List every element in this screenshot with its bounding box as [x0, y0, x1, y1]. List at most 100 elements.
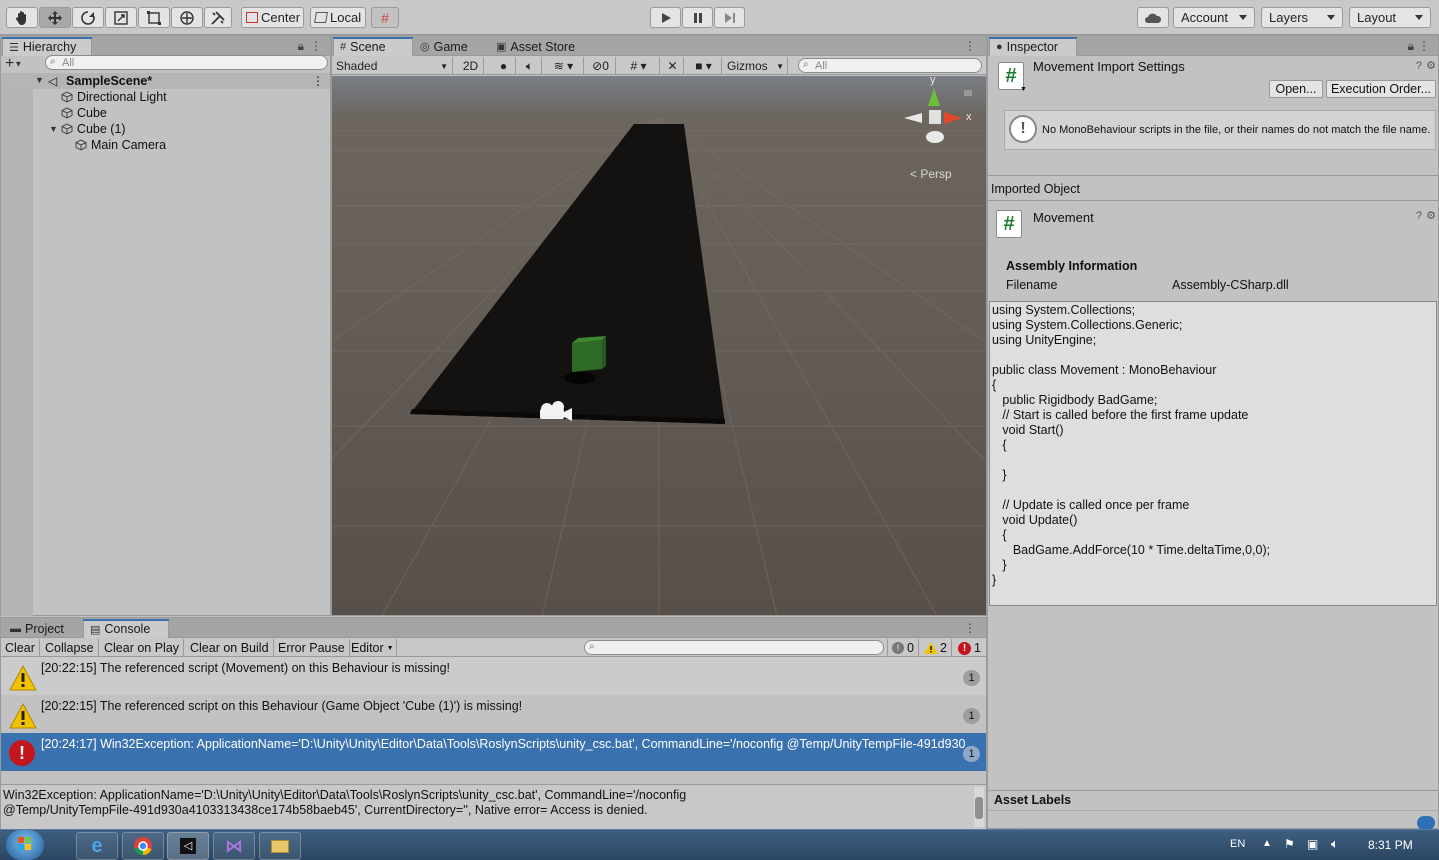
- shading-mode-dropdown[interactable]: Shaded ▼: [332, 57, 453, 75]
- audio-toggle[interactable]: 🔈︎: [518, 57, 542, 75]
- account-dropdown[interactable]: Account: [1173, 7, 1255, 28]
- console-detail-pane[interactable]: Win32Exception: ApplicationName='D:\Unit…: [1, 785, 986, 829]
- warning-icon: [9, 703, 37, 729]
- collab-button[interactable]: [1137, 7, 1169, 28]
- expand-arrow-icon[interactable]: ▼: [35, 75, 44, 85]
- tools-toggle[interactable]: ✕: [662, 57, 684, 75]
- console-entry-selected[interactable]: ! [20:24:17] Win32Exception: Application…: [1, 733, 986, 771]
- inspector-tabbar: ● Inspector 🔒︎ ⋮: [988, 36, 1438, 56]
- main-toolbar: Center Local # Account Layers Layout: [0, 0, 1439, 35]
- grid-dropdown[interactable]: # ▾: [618, 57, 660, 75]
- scene-menu-icon[interactable]: ⋮: [312, 74, 324, 88]
- help-icon[interactable]: ?: [1416, 210, 1422, 222]
- hierarchy-search-input[interactable]: ⌕ All: [45, 55, 328, 70]
- error-filter-toggle[interactable]: ! 1: [954, 639, 985, 657]
- tab-hierarchy[interactable]: ☰ Hierarchy: [2, 37, 92, 56]
- scene-viewport[interactable]: y x < Persp: [332, 76, 986, 615]
- taskbar-unity[interactable]: ◁: [167, 832, 209, 860]
- taskbar-ie[interactable]: e: [76, 832, 118, 860]
- clear-button[interactable]: Clear: [1, 639, 40, 657]
- gizmos-label: Gizmos: [727, 59, 768, 73]
- lock-icon[interactable]: 🔒︎: [1408, 39, 1414, 54]
- start-button[interactable]: [6, 830, 44, 860]
- pivot-local-button[interactable]: Local: [310, 7, 366, 28]
- play-button[interactable]: [650, 7, 681, 28]
- help-icon[interactable]: ?: [1416, 60, 1422, 72]
- tab-project[interactable]: ▬ Project: [4, 619, 70, 638]
- editor-dropdown[interactable]: Editor ▼: [347, 639, 397, 657]
- detail-scrollbar[interactable]: [974, 787, 984, 827]
- warning-filter-toggle[interactable]: 2: [920, 639, 952, 657]
- layout-dropdown[interactable]: Layout: [1349, 7, 1431, 28]
- gizmos-dropdown[interactable]: Gizmos ▼: [724, 57, 788, 75]
- projection-toggle[interactable]: < Persp: [910, 167, 952, 181]
- toggle-2d-button[interactable]: 2D: [458, 57, 484, 75]
- hierarchy-item-main-camera[interactable]: Main Camera: [75, 137, 330, 153]
- tray-expand-icon[interactable]: ▲: [1262, 838, 1272, 849]
- network-icon[interactable]: ▣: [1307, 837, 1318, 851]
- console-search-input[interactable]: ⌕: [584, 640, 884, 655]
- hierarchy-item-cube-1[interactable]: ▼ Cube (1): [49, 121, 330, 137]
- taskbar-explorer[interactable]: [259, 832, 301, 860]
- expand-arrow-icon[interactable]: ▼: [49, 124, 58, 134]
- tab-inspector[interactable]: ● Inspector: [989, 37, 1077, 56]
- cube-object[interactable]: [572, 340, 602, 372]
- hidden-objects-toggle[interactable]: ⊘ 0: [586, 57, 616, 75]
- create-button[interactable]: +▼: [5, 55, 22, 73]
- eye-slash-icon: ⊘: [592, 59, 603, 73]
- console-message: [20:24:17] Win32Exception: ApplicationNa…: [41, 737, 966, 751]
- step-button[interactable]: [714, 7, 745, 28]
- move-tool-button[interactable]: [39, 7, 71, 28]
- taskbar-chrome[interactable]: [122, 832, 164, 860]
- panel-menu-icon[interactable]: ⋮: [1418, 39, 1430, 53]
- tab-scene[interactable]: # Scene: [333, 37, 413, 56]
- clear-on-play-button[interactable]: Clear on Play: [100, 639, 185, 657]
- hierarchy-item-cube[interactable]: Cube: [61, 105, 330, 121]
- clear-on-build-button[interactable]: Clear on Build: [186, 639, 274, 657]
- hand-tool-button[interactable]: [6, 7, 38, 28]
- volume-icon[interactable]: 🔈︎: [1331, 836, 1339, 852]
- lighting-toggle[interactable]: ●: [492, 57, 516, 75]
- scale-tool-button[interactable]: [105, 7, 137, 28]
- chevron-down-icon[interactable]: ▼: [1020, 86, 1027, 93]
- tab-asset-store[interactable]: ▣ Asset Store: [490, 37, 581, 56]
- console-entry[interactable]: [20:22:15] The referenced script on this…: [1, 695, 986, 733]
- gear-icon[interactable]: ⚙: [1426, 209, 1436, 222]
- orientation-gizmo[interactable]: y x: [900, 76, 980, 158]
- gamepad-icon: ◎: [420, 41, 430, 53]
- action-center-flag-icon[interactable]: ⚑: [1284, 837, 1295, 851]
- error-pause-button[interactable]: Error Pause: [274, 639, 350, 657]
- hierarchy-item-directional-light[interactable]: Directional Light: [61, 89, 330, 105]
- language-indicator[interactable]: EN: [1230, 838, 1245, 850]
- rotate-tool-button[interactable]: [72, 7, 104, 28]
- panel-menu-icon[interactable]: ⋮: [964, 621, 976, 635]
- console-entry[interactable]: [20:22:15] The referenced script (Moveme…: [1, 657, 986, 695]
- chevron-down-icon: ▼: [386, 644, 394, 652]
- lock-icon[interactable]: 🔒︎: [298, 39, 304, 54]
- label-tag-icon[interactable]: [1417, 816, 1435, 830]
- collapse-button[interactable]: Collapse: [41, 639, 99, 657]
- transform-tool-button[interactable]: [171, 7, 203, 28]
- open-button[interactable]: Open...: [1269, 80, 1323, 98]
- custom-tool-button[interactable]: [204, 7, 232, 28]
- effects-dropdown[interactable]: ≋ ▾: [544, 57, 584, 75]
- clock[interactable]: 8:31 PM: [1368, 838, 1413, 852]
- grid-snap-button[interactable]: #: [371, 7, 399, 28]
- pause-button[interactable]: [682, 7, 713, 28]
- editor-label: Editor: [351, 641, 384, 655]
- pivot-center-button[interactable]: Center: [241, 7, 304, 28]
- rect-tool-button[interactable]: [138, 7, 170, 28]
- tab-console[interactable]: ▤ Console: [83, 619, 169, 638]
- taskbar-visual-studio[interactable]: ⋈: [213, 832, 255, 860]
- gear-icon[interactable]: ⚙: [1426, 59, 1436, 72]
- camera-dropdown[interactable]: ■ ▾: [686, 57, 722, 75]
- panel-menu-icon[interactable]: ⋮: [310, 39, 322, 53]
- tab-game[interactable]: ◎ Game: [414, 37, 474, 56]
- scrollbar-thumb[interactable]: [975, 797, 983, 819]
- scene-search-input[interactable]: ⌕ All: [798, 58, 982, 73]
- scene-row[interactable]: ▼ ◁ SampleScene* ⋮: [1, 73, 330, 89]
- panel-menu-icon[interactable]: ⋮: [964, 39, 976, 53]
- info-filter-toggle[interactable]: ! 0: [887, 639, 919, 657]
- execution-order-button[interactable]: Execution Order...: [1326, 80, 1436, 98]
- layers-dropdown[interactable]: Layers: [1261, 7, 1343, 28]
